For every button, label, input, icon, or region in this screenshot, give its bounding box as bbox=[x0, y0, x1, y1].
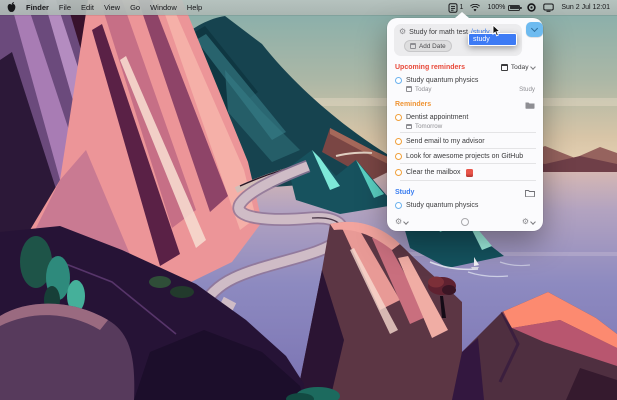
reminder-row[interactable]: Send email to my advisor bbox=[394, 134, 536, 147]
popover-bottom-bar: ⚙ ⚙ bbox=[395, 217, 536, 226]
reminder-row[interactable]: Clear the mailbox 📮 bbox=[394, 165, 536, 179]
divider bbox=[400, 147, 536, 149]
gear-icon: ⚙ bbox=[521, 217, 529, 226]
reminder-list-label: Study bbox=[519, 85, 535, 93]
upcoming-title: Upcoming reminders bbox=[395, 64, 466, 71]
divider bbox=[400, 132, 536, 133]
display-icon bbox=[543, 3, 555, 12]
reminders-popover: ⚙ Study for math test /study Add Date st… bbox=[387, 12, 543, 231]
menu-edit[interactable]: Edit bbox=[81, 3, 94, 12]
menu-help[interactable]: Help bbox=[187, 3, 202, 12]
reminder-meta-row: Tomorrow bbox=[406, 123, 535, 130]
section-study-header: Study bbox=[395, 189, 535, 197]
progress-circle[interactable] bbox=[461, 218, 469, 226]
gear-icon: ⚙ bbox=[399, 27, 407, 36]
reminder-row[interactable]: Dentist appointment bbox=[394, 111, 536, 124]
study-section-title[interactable]: Study bbox=[395, 189, 414, 196]
calendar-icon bbox=[406, 123, 412, 130]
menu-app-name[interactable]: Finder bbox=[26, 3, 49, 12]
gear-icon: ⚙ bbox=[395, 217, 403, 226]
calendar-icon bbox=[410, 43, 416, 49]
folder-icon bbox=[525, 102, 535, 109]
add-date-label: Add Date bbox=[419, 42, 446, 50]
reminder-title: Study quantum physics bbox=[406, 76, 479, 84]
menu-window[interactable]: Window bbox=[150, 3, 177, 12]
reminder-checkbox[interactable] bbox=[395, 169, 402, 176]
mailbox-emoji: 📮 bbox=[466, 168, 474, 177]
wifi-menubar-item[interactable] bbox=[470, 3, 481, 12]
reminder-meta-row: Today Study bbox=[406, 86, 535, 93]
section-upcoming-header: Upcoming reminders Today bbox=[395, 64, 536, 71]
reminders-folder-button[interactable] bbox=[525, 101, 535, 109]
reminder-checkbox[interactable] bbox=[395, 137, 402, 145]
upcoming-filter-dropdown[interactable]: Today bbox=[501, 64, 536, 71]
reminder-checkbox[interactable] bbox=[395, 114, 402, 121]
menu-bar: Finder File Edit View Go Window Help 1 1… bbox=[0, 0, 617, 15]
status-circle-icon bbox=[527, 3, 537, 12]
reminder-title: Clear the mailbox bbox=[406, 169, 461, 176]
add-date-button[interactable]: Add Date bbox=[404, 40, 452, 52]
reminder-checkbox[interactable] bbox=[395, 76, 402, 84]
reminder-title: Look for awesome projects on GitHub bbox=[406, 153, 524, 160]
reminder-title: Send email to my advisor bbox=[406, 137, 485, 145]
reminders-menubar-item[interactable]: 1 bbox=[448, 2, 464, 13]
study-folder-button[interactable] bbox=[525, 189, 535, 197]
calendar-icon bbox=[406, 86, 412, 92]
battery-menubar-item[interactable]: 100% bbox=[487, 4, 522, 11]
folder-icon bbox=[525, 189, 535, 197]
section-reminders-header: Reminders bbox=[395, 101, 535, 109]
menu-bar-status: 1 100% Sun 2 Jul 12:01 bbox=[448, 2, 610, 13]
battery-percent: 100% bbox=[487, 4, 506, 11]
reminder-row[interactable]: Look for awesome projects on GitHub bbox=[394, 150, 536, 163]
display-menubar-item[interactable] bbox=[543, 3, 555, 12]
menu-file[interactable]: File bbox=[59, 3, 71, 12]
chevron-down-icon bbox=[530, 24, 539, 33]
reminder-title: Study quantum physics bbox=[406, 202, 479, 209]
chevron-down-icon bbox=[530, 64, 536, 70]
menu-bar-left: Finder File Edit View Go Window Help bbox=[7, 2, 202, 13]
menu-view[interactable]: View bbox=[104, 3, 120, 12]
reminders-section-title[interactable]: Reminders bbox=[395, 101, 431, 108]
reminder-due: Today bbox=[415, 85, 432, 93]
reminder-title: Dentist appointment bbox=[406, 114, 469, 121]
battery-icon bbox=[508, 4, 522, 11]
reminder-checkbox[interactable] bbox=[395, 202, 402, 209]
reminders-icon bbox=[448, 2, 458, 13]
divider bbox=[400, 163, 536, 164]
settings-menu-right[interactable]: ⚙ bbox=[521, 217, 536, 226]
reminders-badge: 1 bbox=[459, 4, 464, 11]
apple-logo-icon bbox=[7, 2, 16, 12]
new-reminder-text: Study for math test bbox=[409, 28, 468, 36]
chevron-down-icon bbox=[530, 218, 536, 225]
mouse-cursor bbox=[492, 25, 500, 37]
reminder-row[interactable]: Study quantum physics bbox=[394, 199, 536, 212]
chevron-down-icon bbox=[403, 218, 410, 225]
calendar-icon bbox=[501, 64, 509, 71]
apple-menu[interactable] bbox=[7, 2, 16, 13]
reminder-due: Tomorrow bbox=[415, 123, 443, 130]
menu-go[interactable]: Go bbox=[130, 3, 140, 12]
wifi-icon bbox=[470, 3, 481, 11]
status-circle-menubar-item[interactable] bbox=[527, 3, 537, 12]
desktop: Finder File Edit View Go Window Help 1 1… bbox=[0, 0, 617, 400]
reminder-row[interactable]: Study quantum physics bbox=[394, 73, 536, 86]
settings-menu-left[interactable]: ⚙ bbox=[395, 217, 410, 226]
menubar-clock[interactable]: Sun 2 Jul 12:01 bbox=[561, 4, 610, 11]
save-reminder-button[interactable] bbox=[526, 22, 543, 37]
reminder-checkbox[interactable] bbox=[395, 153, 402, 160]
popover-arrow bbox=[455, 12, 469, 18]
upcoming-filter-label: Today bbox=[510, 64, 529, 71]
divider bbox=[400, 179, 536, 181]
